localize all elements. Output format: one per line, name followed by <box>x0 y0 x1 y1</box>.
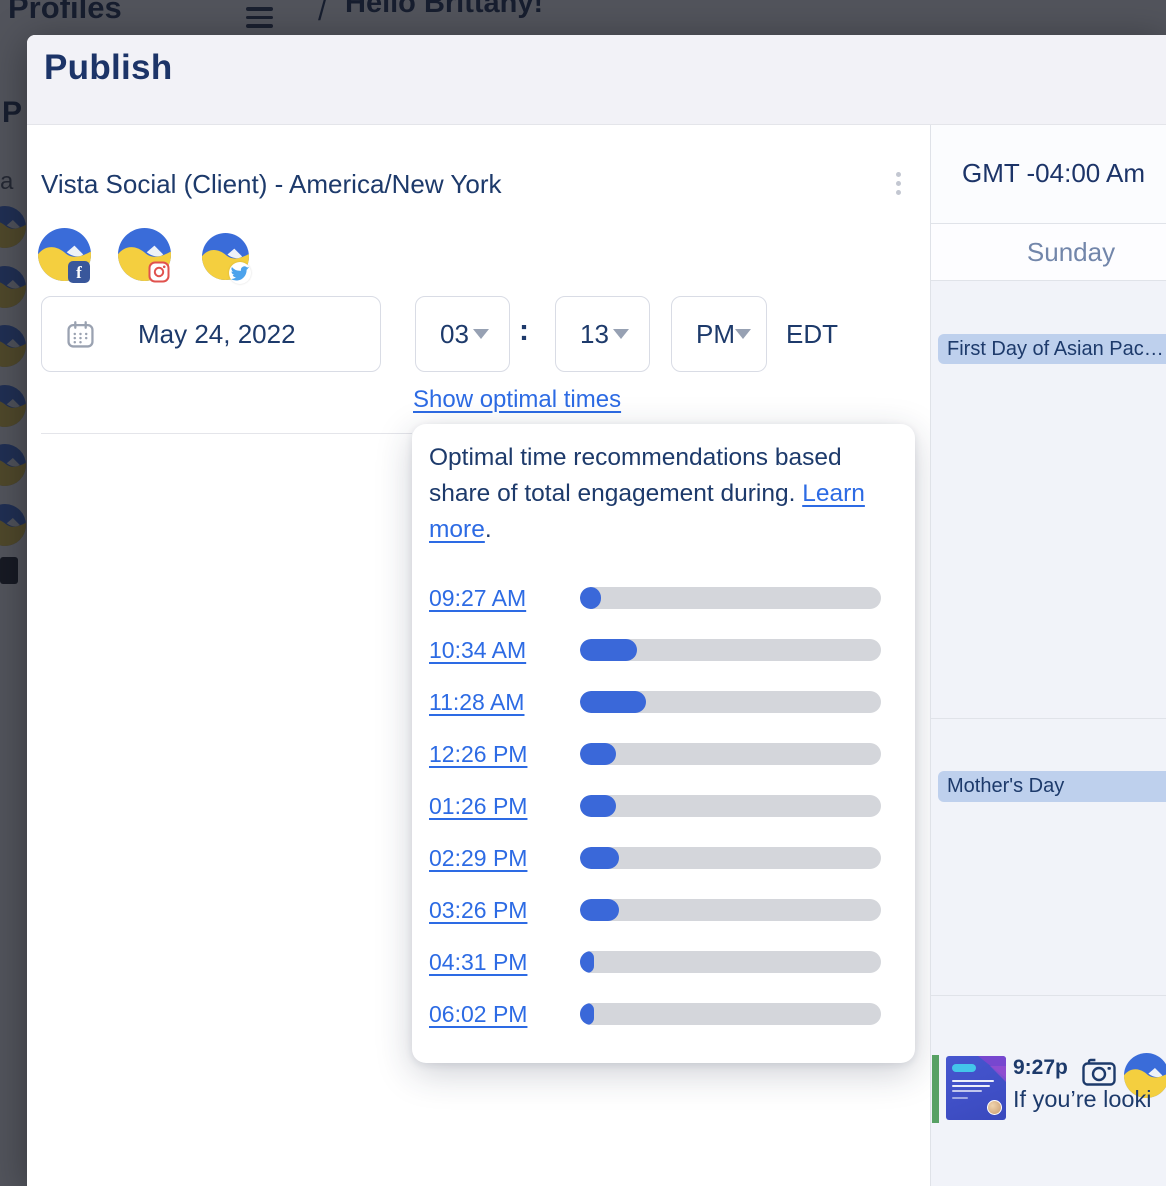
date-picker-field[interactable]: May 24, 2022 <box>41 296 381 372</box>
popover-description-period: . <box>485 516 492 543</box>
chevron-down-icon <box>735 329 751 339</box>
post-time: 9:27p <box>1013 1056 1068 1080</box>
engagement-bar <box>580 691 881 713</box>
optimal-time-link[interactable]: 09:27 AM <box>429 585 526 612</box>
kebab-menu-icon[interactable] <box>892 172 904 199</box>
day-name: Sunday <box>931 237 1166 268</box>
calendar-event[interactable]: First Day of Asian Pac… <box>938 334 1166 364</box>
optimal-time-link[interactable]: 10:34 AM <box>429 637 526 664</box>
optimal-time-link[interactable]: 01:26 PM <box>429 793 527 820</box>
calendar-cell-border <box>931 995 1166 996</box>
minute-value: 13 <box>580 319 609 350</box>
popover-description: Optimal time recommendations based share… <box>429 440 887 548</box>
popover-description-text: Optimal time recommendations based share… <box>429 444 842 507</box>
date-value: May 24, 2022 <box>138 319 296 350</box>
hour-select[interactable]: 03 <box>415 296 510 372</box>
engagement-bar <box>580 951 881 973</box>
timezone-label: GMT -04:00 Am <box>962 158 1145 189</box>
show-optimal-times-link[interactable]: Show optimal times <box>413 386 621 414</box>
optimal-time-link[interactable]: 04:31 PM <box>429 949 527 976</box>
modal-title: Publish <box>44 48 173 88</box>
engagement-bar <box>580 847 881 869</box>
engagement-bar <box>580 795 881 817</box>
minute-select[interactable]: 13 <box>555 296 650 372</box>
meridiem-select[interactable]: PM <box>671 296 767 372</box>
optimal-time-link[interactable]: 06:02 PM <box>429 1001 527 1028</box>
chevron-down-icon <box>473 329 489 339</box>
calendar-event[interactable]: Mother's Day <box>938 771 1166 802</box>
chevron-down-icon <box>613 329 629 339</box>
calendar-panel <box>931 125 1166 1186</box>
publish-modal: Publish Vista Social (Client) - America/… <box>0 0 1166 1186</box>
profile-avatar-instagram[interactable] <box>118 228 171 281</box>
engagement-bar <box>580 587 881 609</box>
panel-divider <box>930 125 931 1186</box>
modal-header <box>27 35 1166 125</box>
post-caption[interactable]: If you’re looki <box>1013 1086 1151 1113</box>
optimal-time-link[interactable]: 12:26 PM <box>429 741 527 768</box>
optimal-time-link[interactable]: 11:28 AM <box>429 689 524 716</box>
section-divider <box>41 433 412 434</box>
calendar-icon <box>67 321 94 348</box>
engagement-bar <box>580 1003 881 1025</box>
camera-icon <box>1082 1058 1116 1086</box>
engagement-bar <box>580 743 881 765</box>
engagement-bar <box>580 639 881 661</box>
meridiem-value: PM <box>696 319 735 350</box>
post-thumbnail[interactable] <box>946 1056 1006 1120</box>
instagram-icon <box>148 261 170 283</box>
post-status-bar <box>932 1055 939 1123</box>
profile-avatar-facebook[interactable]: f <box>38 228 91 281</box>
optimal-time-link[interactable]: 03:26 PM <box>429 897 527 924</box>
optimal-times-popover: Optimal time recommendations based share… <box>412 424 915 1063</box>
profile-group-title: Vista Social (Client) - America/New York <box>41 169 501 200</box>
facebook-icon: f <box>68 261 90 283</box>
app-screen: Profiles / Hello Brittany! P a Publish V… <box>0 0 1166 1186</box>
profile-avatar-twitter[interactable] <box>202 233 249 280</box>
hour-value: 03 <box>440 319 469 350</box>
engagement-bar <box>580 899 881 921</box>
time-separator: : <box>519 314 529 348</box>
calendar-cell-border <box>931 718 1166 719</box>
timezone-abbreviation: EDT <box>786 319 838 350</box>
optimal-time-link[interactable]: 02:29 PM <box>429 845 527 872</box>
twitter-icon <box>229 262 251 284</box>
